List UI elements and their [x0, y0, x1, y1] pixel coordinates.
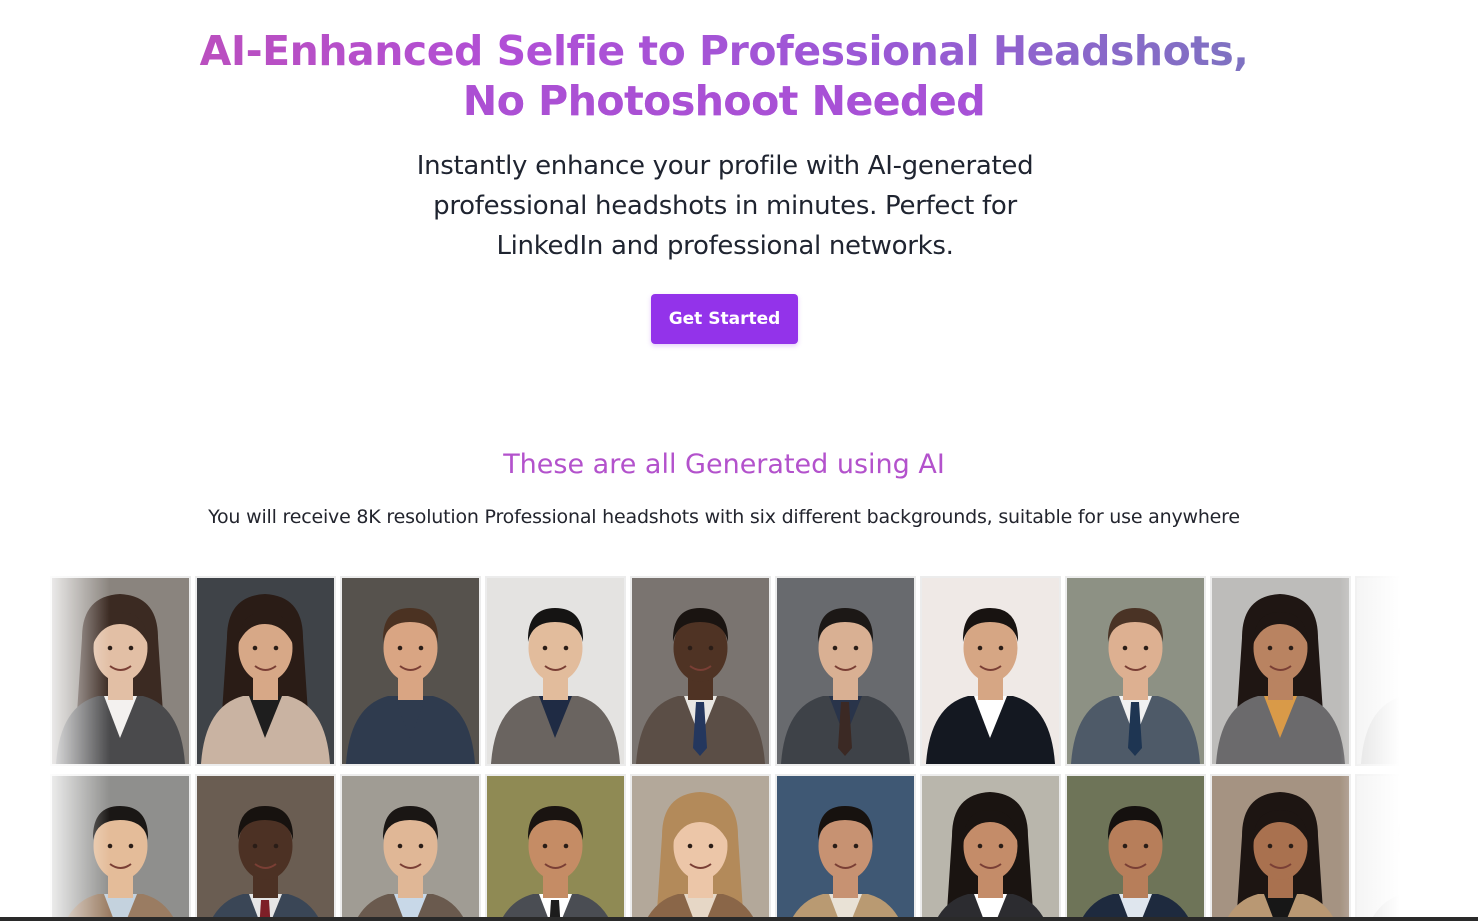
headshot-image [1067, 776, 1204, 921]
headshot-tile [485, 774, 626, 921]
headshot-gallery [50, 576, 1400, 921]
headshot-image [922, 776, 1059, 921]
headshot-tile [50, 576, 191, 766]
headshot-image [342, 776, 479, 921]
gallery-row-2 [50, 774, 1400, 921]
headshot-tile [1065, 774, 1206, 921]
headshot-tile [630, 774, 771, 921]
headshot-tile [1210, 576, 1351, 766]
gallery-caption: You will receive 8K resolution Professio… [208, 506, 1240, 528]
hero-subtitle: Instantly enhance your profile with AI-g… [416, 151, 1034, 261]
headshot-tile [195, 774, 336, 921]
headshot-tile [340, 774, 481, 921]
hero-title-line-1: AI-Enhanced Selfie to Professional Heads… [199, 27, 1249, 75]
headshot-tile [920, 576, 1061, 766]
headshot-image [632, 578, 769, 764]
headshot-image [52, 776, 189, 921]
headshot-image [197, 776, 334, 921]
headshot-tile [775, 774, 916, 921]
gallery-heading: These are all Generated using AI [503, 449, 945, 480]
bottom-divider [0, 917, 1478, 921]
headshot-image [632, 776, 769, 921]
headshot-image [52, 578, 189, 764]
headshot-image [1067, 578, 1204, 764]
headshot-tile [1355, 774, 1400, 921]
headshot-tile [630, 576, 771, 766]
headshot-tile [1355, 576, 1400, 766]
headshot-tile [340, 576, 481, 766]
headshot-image [197, 578, 334, 764]
headshot-tile [920, 774, 1061, 921]
get-started-button[interactable]: Get Started [651, 294, 798, 344]
headshot-tile [485, 576, 626, 766]
headshot-tile [1210, 774, 1351, 921]
hero-title-line-2: No Photoshoot Needed [0, 76, 1448, 126]
headshot-image [342, 578, 479, 764]
headshot-image [487, 776, 624, 921]
headshot-image [777, 776, 914, 921]
headshot-image [1357, 578, 1400, 764]
headshot-image [487, 578, 624, 764]
gallery-row-1 [50, 576, 1400, 766]
headshot-tile [195, 576, 336, 766]
headshot-image [1212, 578, 1349, 764]
hero-title: AI-Enhanced Selfie to Professional Heads… [0, 26, 1448, 126]
headshot-image [1212, 776, 1349, 921]
headshot-image [1357, 776, 1400, 921]
headshot-tile [1065, 576, 1206, 766]
headshot-image [922, 578, 1059, 764]
headshot-tile [775, 576, 916, 766]
headshot-image [777, 578, 914, 764]
headshot-tile [50, 774, 191, 921]
